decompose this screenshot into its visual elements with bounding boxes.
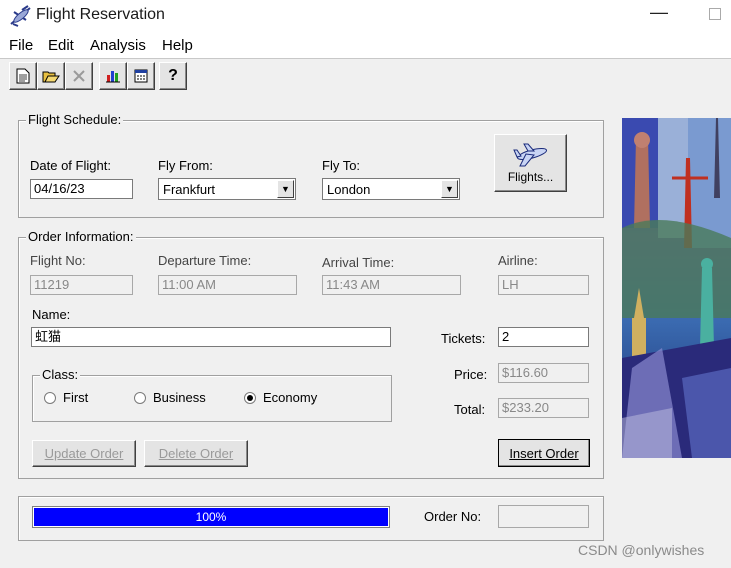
open-icon xyxy=(42,71,60,83)
menu-bar: File Edit Analysis Help xyxy=(0,32,731,59)
open-order-button[interactable] xyxy=(37,62,65,90)
fly-to-select[interactable]: London ▼ xyxy=(322,178,460,200)
chevron-down-icon[interactable]: ▼ xyxy=(277,180,294,198)
date-of-flight-label: Date of Flight: xyxy=(30,158,111,173)
flight-schedule-group-label: Flight Schedule: xyxy=(26,112,124,127)
departure-time-field: 11:00 AM xyxy=(158,275,297,295)
tickets-input[interactable]: 2 xyxy=(498,327,589,347)
menu-analysis[interactable]: Analysis xyxy=(90,37,146,54)
airline-label: Airline: xyxy=(498,253,538,268)
class-first-radio[interactable] xyxy=(44,392,56,404)
arrival-time-label: Arrival Time: xyxy=(322,255,395,270)
price-field: $116.60 xyxy=(498,363,589,383)
total-label: Total: xyxy=(454,402,486,417)
fly-from-select[interactable]: Frankfurt ▼ xyxy=(158,178,296,200)
maximize-button[interactable] xyxy=(709,8,721,20)
fly-from-label: Fly From: xyxy=(158,158,213,173)
delete-icon xyxy=(73,70,85,82)
flights-button[interactable]: Flights... xyxy=(494,134,567,192)
flight-no-label: Flight No: xyxy=(30,253,86,268)
chart-icon xyxy=(106,71,120,83)
order-no-label: Order No: xyxy=(424,509,482,524)
price-label: Price: xyxy=(454,367,488,382)
help-button[interactable]: ? xyxy=(159,62,187,90)
airline-field: LH xyxy=(498,275,589,295)
airplane-app-icon xyxy=(10,5,31,27)
class-economy-radio[interactable] xyxy=(244,392,256,404)
minimize-button[interactable]: — xyxy=(650,2,668,23)
class-business-label[interactable]: Business xyxy=(153,390,206,405)
new-icon xyxy=(16,68,30,84)
progress-bar: 100% xyxy=(32,506,390,528)
chevron-down-icon[interactable]: ▼ xyxy=(441,180,458,198)
class-group-label: Class: xyxy=(40,367,81,382)
help-icon: ? xyxy=(168,67,178,84)
watermark-text: CSDN @onlywishes xyxy=(578,542,705,558)
calculator-icon xyxy=(134,69,148,83)
class-business-radio[interactable] xyxy=(134,392,146,404)
tickets-label: Tickets: xyxy=(441,331,486,346)
total-field: $233.20 xyxy=(498,398,589,418)
fly-to-label: Fly To: xyxy=(322,158,361,173)
name-label: Name: xyxy=(32,307,71,322)
graph-button[interactable] xyxy=(99,62,127,90)
class-first-label[interactable]: First xyxy=(63,390,88,405)
departure-time-label: Departure Time: xyxy=(158,253,252,268)
calculator-button[interactable] xyxy=(127,62,155,90)
order-no-field xyxy=(498,505,589,528)
new-order-button[interactable] xyxy=(9,62,37,90)
order-information-group-label: Order Information: xyxy=(26,229,136,244)
menu-file[interactable]: File xyxy=(9,37,33,54)
travel-collage-image xyxy=(622,118,731,458)
airplane-icon xyxy=(512,143,547,167)
progress-text: 100% xyxy=(195,510,227,524)
insert-order-button[interactable]: Insert Order xyxy=(498,439,590,467)
delete-order-button[interactable]: Delete Order xyxy=(144,440,248,467)
name-input[interactable]: 虹猫 xyxy=(31,327,391,347)
fly-to-value: London xyxy=(327,182,371,197)
update-order-button[interactable]: Update Order xyxy=(32,440,136,467)
menu-help[interactable]: Help xyxy=(162,37,193,54)
fly-from-value: Frankfurt xyxy=(163,182,216,197)
flight-no-field: 11219 xyxy=(30,275,133,295)
class-economy-label[interactable]: Economy xyxy=(263,390,317,405)
window-title: Flight Reservation xyxy=(36,6,165,23)
delete-order-toolbar-button[interactable] xyxy=(65,62,93,90)
flights-button-label: Flights... xyxy=(507,170,554,184)
date-of-flight-input[interactable]: 04/16/23 xyxy=(30,179,133,199)
menu-edit[interactable]: Edit xyxy=(48,37,74,54)
arrival-time-field: 11:43 AM xyxy=(322,275,461,295)
